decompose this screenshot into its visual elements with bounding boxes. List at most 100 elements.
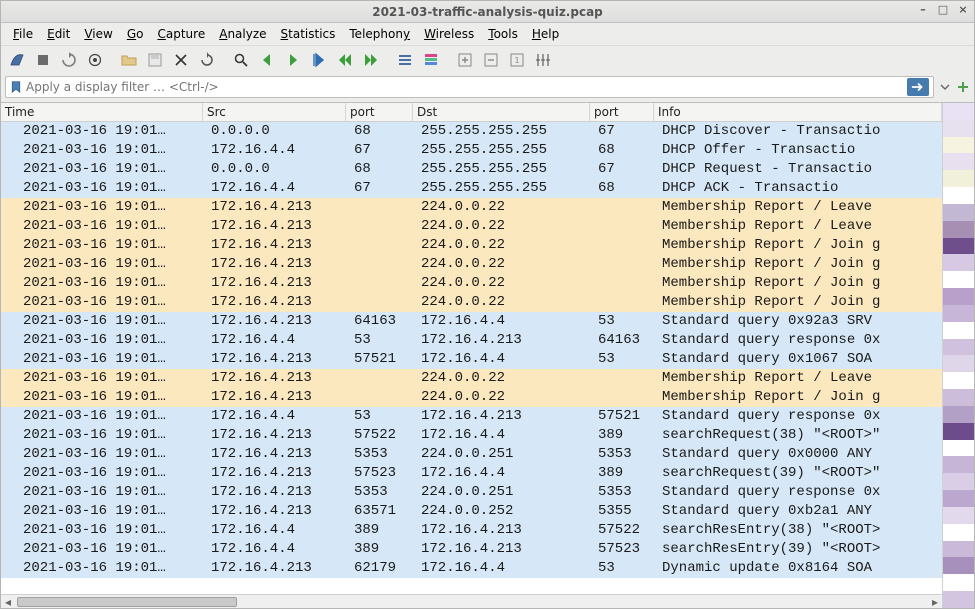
cell: 53 xyxy=(346,407,413,426)
zoom-reset-icon[interactable]: 1 xyxy=(505,48,529,72)
cell: 2021-03-16 19:01… xyxy=(1,502,203,521)
table-row[interactable]: 2021-03-16 19:01…172.16.4.21364163172.16… xyxy=(1,312,942,331)
table-row[interactable]: 2021-03-16 19:01…172.16.4.213224.0.0.22M… xyxy=(1,217,942,236)
table-row[interactable]: 2021-03-16 19:01…172.16.4.21357523172.16… xyxy=(1,464,942,483)
shark-fin-icon[interactable] xyxy=(5,48,29,72)
column-header-dst[interactable]: Dst xyxy=(413,103,590,121)
table-row[interactable]: 2021-03-16 19:01…172.16.4.467255.255.255… xyxy=(1,179,942,198)
cell: searchResEntry(39) "<ROOT> xyxy=(654,540,942,559)
cell: 172.16.4.4 xyxy=(203,540,346,559)
display-filter-field[interactable] xyxy=(5,76,934,98)
go-to-packet-icon[interactable] xyxy=(307,48,331,72)
minimap-stripe xyxy=(943,524,974,541)
minimap-stripe xyxy=(943,254,974,271)
table-row[interactable]: 2021-03-16 19:01…172.16.4.213224.0.0.22M… xyxy=(1,388,942,407)
close-file-icon[interactable] xyxy=(169,48,193,72)
menu-item[interactable]: View xyxy=(78,25,118,43)
stop-capture-icon[interactable] xyxy=(31,48,55,72)
auto-scroll-icon[interactable] xyxy=(393,48,417,72)
table-row[interactable]: 2021-03-16 19:01…172.16.4.213224.0.0.22M… xyxy=(1,198,942,217)
display-filter-input[interactable] xyxy=(26,80,903,94)
go-first-icon[interactable] xyxy=(333,48,357,72)
menu-item[interactable]: Go xyxy=(121,25,150,43)
column-header-src[interactable]: Src xyxy=(203,103,346,121)
table-row[interactable]: 2021-03-16 19:01…172.16.4.213224.0.0.22M… xyxy=(1,369,942,388)
menu-item[interactable]: Help xyxy=(526,25,565,43)
table-row[interactable]: 2021-03-16 19:01…0.0.0.068255.255.255.25… xyxy=(1,122,942,141)
cell: 224.0.0.22 xyxy=(413,369,590,388)
table-row[interactable]: 2021-03-16 19:01…172.16.4.453172.16.4.21… xyxy=(1,331,942,350)
table-row[interactable]: 2021-03-16 19:01…172.16.4.2135353224.0.0… xyxy=(1,445,942,464)
table-row[interactable]: 2021-03-16 19:01…172.16.4.4389172.16.4.2… xyxy=(1,521,942,540)
go-back-icon[interactable] xyxy=(255,48,279,72)
table-row[interactable]: 2021-03-16 19:01…172.16.4.21363571224.0.… xyxy=(1,502,942,521)
save-file-icon[interactable] xyxy=(143,48,167,72)
table-row[interactable]: 2021-03-16 19:01…0.0.0.068255.255.255.25… xyxy=(1,160,942,179)
filter-expression-dropdown[interactable] xyxy=(936,78,954,96)
horizontal-scrollbar[interactable]: ◂ ▸ xyxy=(1,594,942,608)
maximize-button[interactable]: □ xyxy=(936,3,950,17)
minimize-button[interactable]: – xyxy=(916,3,930,17)
apply-filter-button[interactable] xyxy=(907,78,929,96)
scroll-left-icon[interactable]: ◂ xyxy=(1,595,15,609)
table-row[interactable]: 2021-03-16 19:01…172.16.4.2135353224.0.0… xyxy=(1,483,942,502)
menu-item[interactable]: Capture xyxy=(151,25,211,43)
capture-options-icon[interactable] xyxy=(83,48,107,72)
menu-item[interactable]: Statistics xyxy=(275,25,342,43)
minimap-stripe xyxy=(943,490,974,507)
restart-capture-icon[interactable] xyxy=(57,48,81,72)
packet-minimap[interactable] xyxy=(942,103,974,608)
menu-item[interactable]: File xyxy=(7,25,39,43)
table-row[interactable]: 2021-03-16 19:01…172.16.4.213224.0.0.22M… xyxy=(1,274,942,293)
filter-add-button[interactable] xyxy=(956,78,970,96)
table-row[interactable]: 2021-03-16 19:01…172.16.4.213224.0.0.22M… xyxy=(1,236,942,255)
cell: 2021-03-16 19:01… xyxy=(1,331,203,350)
cell: 53 xyxy=(346,331,413,350)
column-header-sport[interactable]: port xyxy=(346,103,413,121)
menu-item[interactable]: Wireless xyxy=(418,25,480,43)
cell: 172.16.4.4 xyxy=(203,141,346,160)
cell: 2021-03-16 19:01… xyxy=(1,198,203,217)
cell xyxy=(346,369,413,388)
column-header-time[interactable]: Time xyxy=(1,103,203,121)
cell: 2021-03-16 19:01… xyxy=(1,426,203,445)
go-forward-icon[interactable] xyxy=(281,48,305,72)
table-row[interactable]: 2021-03-16 19:01…172.16.4.213224.0.0.22M… xyxy=(1,255,942,274)
column-header-dport[interactable]: port xyxy=(590,103,654,121)
menu-item[interactable]: Tools xyxy=(482,25,524,43)
column-header-info[interactable]: Info xyxy=(654,103,942,121)
close-button[interactable]: × xyxy=(956,3,970,17)
cell: 389 xyxy=(590,464,654,483)
reload-file-icon[interactable] xyxy=(195,48,219,72)
cell: 5353 xyxy=(346,483,413,502)
cell: 0.0.0.0 xyxy=(203,160,346,179)
cell: DHCP Offer - Transactio xyxy=(654,141,942,160)
table-row[interactable]: 2021-03-16 19:01…172.16.4.453172.16.4.21… xyxy=(1,407,942,426)
packet-rows[interactable]: 2021-03-16 19:01…0.0.0.068255.255.255.25… xyxy=(1,122,942,594)
table-row[interactable]: 2021-03-16 19:01…172.16.4.467255.255.255… xyxy=(1,141,942,160)
cell: Standard query 0x92a3 SRV xyxy=(654,312,942,331)
scroll-right-icon[interactable]: ▸ xyxy=(928,595,942,609)
table-row[interactable]: 2021-03-16 19:01…172.16.4.21362179172.16… xyxy=(1,559,942,578)
go-last-icon[interactable] xyxy=(359,48,383,72)
menu-item[interactable]: Telephony xyxy=(343,25,416,43)
menu-item[interactable]: Analyze xyxy=(213,25,272,43)
cell: 2021-03-16 19:01… xyxy=(1,217,203,236)
zoom-in-icon[interactable] xyxy=(453,48,477,72)
table-row[interactable]: 2021-03-16 19:01…172.16.4.21357521172.16… xyxy=(1,350,942,369)
menu-item[interactable]: Edit xyxy=(41,25,76,43)
table-row[interactable]: 2021-03-16 19:01…172.16.4.4389172.16.4.2… xyxy=(1,540,942,559)
colorize-icon[interactable] xyxy=(419,48,443,72)
cell: searchResEntry(38) "<ROOT> xyxy=(654,521,942,540)
cell: Standard query 0xb2a1 ANY xyxy=(654,502,942,521)
open-file-icon[interactable] xyxy=(117,48,141,72)
table-row[interactable]: 2021-03-16 19:01…172.16.4.21357522172.16… xyxy=(1,426,942,445)
find-packet-icon[interactable] xyxy=(229,48,253,72)
cell: 2021-03-16 19:01… xyxy=(1,274,203,293)
resize-columns-icon[interactable] xyxy=(531,48,555,72)
minimap-stripe xyxy=(943,238,974,255)
zoom-out-icon[interactable] xyxy=(479,48,503,72)
scroll-thumb[interactable] xyxy=(17,597,237,607)
cell: 67 xyxy=(590,160,654,179)
table-row[interactable]: 2021-03-16 19:01…172.16.4.213224.0.0.22M… xyxy=(1,293,942,312)
